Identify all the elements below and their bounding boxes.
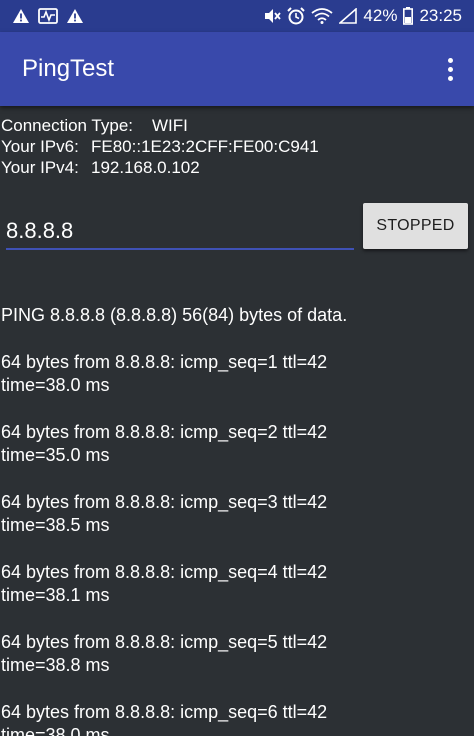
host-input-wrapper [6,210,354,252]
ipv4-label: Your IPv4: [1,158,79,177]
status-bar-right: 42% 23:25 [263,6,462,26]
ping-reply-line: 64 bytes from 8.8.8.8: icmp_seq=3 ttl=42… [1,491,471,537]
connection-type-row: Connection Type: WIFI [1,115,474,136]
ping-reply-time: time=38.0 ms [1,725,110,736]
ipv6-value: FE80::1E23:2CFF:FE00:C941 [91,137,319,156]
connection-type-label: Connection Type: [1,116,133,135]
ping-reply-text: 64 bytes from 8.8.8.8: icmp_seq=6 ttl=42 [1,702,328,722]
alarm-icon [287,7,306,25]
pulse-icon [38,8,58,24]
ipv4-value: 192.168.0.102 [91,158,200,177]
mute-icon [263,8,282,24]
host-input[interactable] [6,210,354,250]
ping-reply-line: 64 bytes from 8.8.8.8: icmp_seq=1 ttl=42… [1,351,471,397]
ping-reply-text: 64 bytes from 8.8.8.8: icmp_seq=2 ttl=42 [1,422,328,442]
ping-reply-time: time=35.0 ms [1,445,110,465]
ping-reply-text: 64 bytes from 8.8.8.8: icmp_seq=3 ttl=42 [1,492,328,512]
status-bar-left [12,8,84,24]
connection-type-value: WIFI [152,116,188,135]
app-title: PingTest [22,55,115,82]
clock-time: 23:25 [419,6,462,25]
ping-toggle-button[interactable]: STOPPED [363,203,468,249]
ping-reply-text: 64 bytes from 8.8.8.8: icmp_seq=1 ttl=42 [1,352,328,372]
ping-reply-time: time=38.5 ms [1,515,110,535]
warning-icon [66,8,84,24]
ipv4-row: Your IPv4: 192.168.0.102 [1,157,474,178]
signal-icon [339,8,358,24]
status-bar: 42% 23:25 [0,0,474,32]
ping-reply-text: 64 bytes from 8.8.8.8: icmp_seq=5 ttl=42 [1,632,328,652]
warning-icon [12,8,30,24]
ping-reply-time: time=38.8 ms [1,655,110,675]
ping-header-line: PING 8.8.8.8 (8.8.8.8) 56(84) bytes of d… [1,305,348,325]
wifi-icon [311,8,333,24]
battery-icon [403,7,414,25]
battery-percent: 42% [363,6,398,25]
more-vert-icon[interactable] [438,49,462,89]
ping-reply-line: 64 bytes from 8.8.8.8: icmp_seq=2 ttl=42… [1,421,471,467]
ping-reply-line: 64 bytes from 8.8.8.8: icmp_seq=6 ttl=42… [1,701,471,736]
app-bar: PingTest [0,32,474,106]
ping-reply-time: time=38.0 ms [1,375,110,395]
ping-reply-text: 64 bytes from 8.8.8.8: icmp_seq=4 ttl=42 [1,562,328,582]
ping-reply-line: 64 bytes from 8.8.8.8: icmp_seq=4 ttl=42… [1,561,471,607]
connection-info: Connection Type: WIFI Your IPv6: FE80::1… [0,106,474,178]
ipv6-label: Your IPv6: [1,137,79,156]
ping-reply-time: time=38.1 ms [1,585,110,605]
ipv6-row: Your IPv6: FE80::1E23:2CFF:FE00:C941 [1,136,474,157]
ping-output: PING 8.8.8.8 (8.8.8.8) 56(84) bytes of d… [0,304,474,736]
ping-reply-line: 64 bytes from 8.8.8.8: icmp_seq=5 ttl=42… [1,631,471,677]
host-input-row: STOPPED [0,203,474,252]
